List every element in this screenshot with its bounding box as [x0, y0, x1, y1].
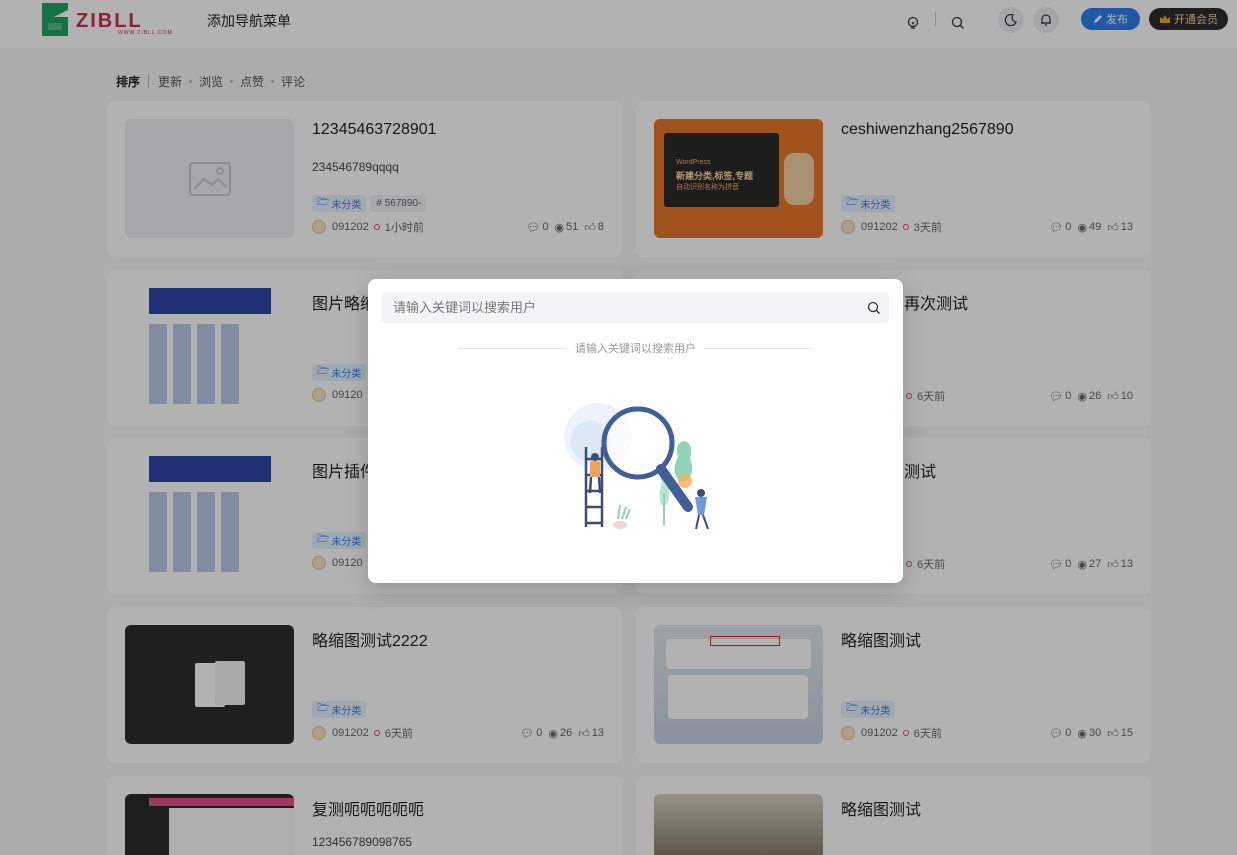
hint-line [704, 347, 813, 349]
hint-text: 请输入关键词以搜索用户 [575, 343, 696, 355]
search-hint: 请输入关键词以搜索用户 [458, 340, 813, 356]
user-search-input[interactable] [381, 292, 859, 323]
hint-line [458, 347, 567, 349]
search-box [381, 292, 889, 323]
user-search-modal: 请输入关键词以搜索用户 [368, 279, 903, 583]
search-illustration [564, 403, 709, 530]
search-icon[interactable] [859, 292, 889, 323]
